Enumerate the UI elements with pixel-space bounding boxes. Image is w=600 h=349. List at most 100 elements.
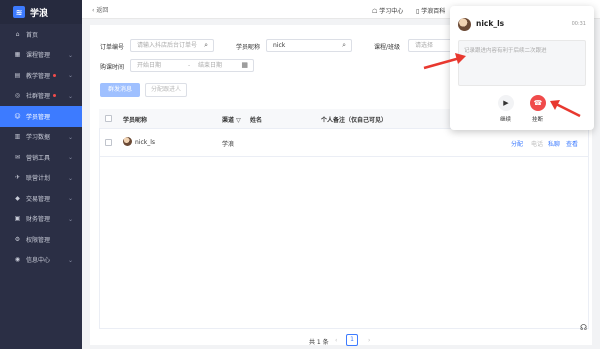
- table-row: nick_ls 学浪 分配 电话 私聊 查看: [99, 129, 589, 157]
- continue-button[interactable]: ▶: [498, 95, 514, 111]
- back-label: 返回: [96, 6, 109, 14]
- phone-hangup-icon: ☎: [533, 99, 543, 107]
- row-channel: 学浪: [222, 141, 235, 148]
- filter-icon[interactable]: ▽: [236, 117, 241, 124]
- header-remark: 个人备注（仅自己可见）: [321, 117, 388, 124]
- logo-text: 学浪: [30, 8, 49, 19]
- notification-dot: [53, 94, 57, 98]
- chevron-down-icon: ⌄: [67, 92, 73, 100]
- date-range-input[interactable]: 开始日期 - 结束日期 ▦: [130, 59, 254, 72]
- sidebar-item-label: 权限管理: [26, 236, 51, 244]
- call-note-textarea[interactable]: 记录跟进内容有利于后续二次跟进: [458, 40, 586, 86]
- search-icon[interactable]: ⌕: [342, 40, 346, 51]
- plan-icon: ✈: [14, 174, 21, 182]
- chevron-down-icon: ⌄: [67, 215, 73, 223]
- header-channel: 渠道 ▽: [222, 115, 241, 124]
- message-link[interactable]: 私聊: [548, 139, 560, 148]
- learn-center-label: 学习中心: [379, 8, 404, 15]
- logo[interactable]: ≋ 学浪: [0, 0, 82, 24]
- range-separator: -: [188, 62, 191, 69]
- nick-label: 学员昵称: [236, 44, 261, 51]
- sidebar-item-label: 营销工具: [26, 154, 51, 162]
- next-page-button[interactable]: ›: [368, 337, 370, 344]
- nick-value: nick: [273, 42, 286, 49]
- sidebar: ≋ 学浪 ⌂ 首页 ▦ 课程管理 ⌄ ▤ 教学管理 ⌄ ◎ 社群管理 ⌄ ☺ 学员管理 ▥ 学习数据 ⌄ ✉ 营销…: [0, 0, 82, 349]
- sidebar-item[interactable]: ✉ 营销工具 ⌄: [0, 147, 82, 168]
- chevron-down-icon: ⌄: [67, 174, 73, 182]
- select-all-checkbox[interactable]: [105, 115, 112, 122]
- end-date: 结束日期: [198, 62, 223, 69]
- back-link[interactable]: ‹ 返回: [92, 5, 108, 14]
- sidebar-item-label: 教学管理: [26, 72, 51, 80]
- info-icon: ◉: [14, 256, 21, 264]
- sidebar-item[interactable]: ▤ 教学管理 ⌄: [0, 65, 82, 86]
- sidebar-item[interactable]: ⌂ 首页: [0, 24, 82, 45]
- sidebar-item-label: 学员管理: [26, 113, 51, 121]
- chevron-down-icon: ⌄: [67, 133, 73, 141]
- learn-center-link[interactable]: ☖ 学习中心: [372, 6, 403, 15]
- header-nick: 学员昵称: [123, 117, 148, 124]
- sidebar-item[interactable]: ▣ 财务管理 ⌄: [0, 209, 82, 230]
- order-input[interactable]: 请输入抖店后台订单号 ⌕: [130, 39, 214, 52]
- trade-icon: ◆: [15, 194, 20, 202]
- wiki-link[interactable]: ▯ 学浪百科: [416, 6, 445, 15]
- prev-page-button[interactable]: ‹: [335, 337, 337, 344]
- data-icon: ▥: [14, 133, 21, 141]
- sidebar-item-label: 学习数据: [26, 134, 51, 142]
- sidebar-item[interactable]: ⚙ 权限管理: [0, 229, 82, 250]
- chevron-down-icon: ⌄: [67, 51, 73, 59]
- sidebar-item[interactable]: ▦ 课程管理 ⌄: [0, 45, 82, 66]
- student-icon: ☺: [14, 112, 21, 120]
- phone-link[interactable]: 电话: [531, 139, 543, 148]
- logo-icon: ≋: [13, 6, 25, 18]
- nick-input[interactable]: nick ⌕: [266, 39, 352, 52]
- calendar-icon[interactable]: ▦: [241, 60, 248, 71]
- avatar: [123, 137, 132, 146]
- send-message-button[interactable]: 群发消息: [100, 83, 140, 97]
- home-icon: ⌂: [15, 30, 20, 38]
- sidebar-item[interactable]: ☺ 学员管理: [0, 106, 82, 127]
- sidebar-item[interactable]: ◆ 交易管理 ⌄: [0, 188, 82, 209]
- sidebar-item-label: 联营计划: [26, 175, 51, 183]
- notification-dot: [53, 73, 57, 77]
- header-channel-label: 渠道: [222, 117, 235, 124]
- marketing-icon: ✉: [14, 153, 21, 161]
- row-checkbox[interactable]: [105, 139, 112, 146]
- finance-icon: ▣: [14, 215, 21, 223]
- page-1-button[interactable]: 1: [346, 334, 358, 346]
- sidebar-item-label: 信息中心: [26, 257, 51, 265]
- sidebar-item[interactable]: ✈ 联营计划 ⌄: [0, 168, 82, 189]
- order-label: 订单编号: [100, 44, 125, 51]
- order-placeholder: 请输入抖店后台订单号: [137, 42, 198, 49]
- sidebar-item-label: 社群管理: [26, 93, 51, 101]
- note-placeholder: 记录跟进内容有利于后续二次跟进: [464, 48, 547, 54]
- view-link[interactable]: 查看: [566, 139, 578, 148]
- sidebar-item[interactable]: ▥ 学习数据 ⌄: [0, 127, 82, 148]
- row-nick[interactable]: nick_ls: [135, 139, 155, 146]
- wiki-label: 学浪百科: [421, 8, 446, 15]
- header-name: 姓名: [250, 117, 263, 124]
- sidebar-nav: ⌂ 首页 ▦ 课程管理 ⌄ ▤ 教学管理 ⌄ ◎ 社群管理 ⌄ ☺ 学员管理 ▥ 学习数据 ⌄ ✉ 营销工具 ⌄ ✈ 联…: [0, 24, 82, 270]
- caller-avatar: [458, 18, 471, 31]
- headset-icon[interactable]: ☊: [580, 323, 587, 332]
- caller-name: nick_ls: [476, 19, 505, 28]
- assign-link[interactable]: 分配: [511, 139, 523, 148]
- chevron-down-icon: ⌄: [67, 195, 73, 202]
- call-timer: 00:31: [571, 21, 586, 27]
- sidebar-item[interactable]: ◉ 信息中心 ⌄: [0, 250, 82, 271]
- chevron-down-icon: ⌄: [67, 72, 73, 79]
- sidebar-item-label: 财务管理: [26, 216, 51, 224]
- play-icon: ▶: [503, 99, 509, 107]
- chevron-down-icon: ⌄: [67, 154, 73, 161]
- community-icon: ◎: [14, 92, 21, 100]
- teach-icon: ▤: [14, 71, 21, 79]
- sidebar-item-label: 首页: [26, 31, 39, 39]
- continue-label: 继续: [500, 117, 512, 123]
- assign-advisor-button[interactable]: 分配跟进人: [145, 83, 187, 97]
- sidebar-item-label: 交易管理: [26, 195, 51, 203]
- time-label: 购课时间: [100, 64, 125, 71]
- sidebar-item[interactable]: ◎ 社群管理 ⌄: [0, 86, 82, 107]
- hangup-button[interactable]: ☎: [530, 95, 546, 111]
- search-icon[interactable]: ⌕: [204, 40, 208, 51]
- sidebar-item-label: 课程管理: [26, 52, 51, 60]
